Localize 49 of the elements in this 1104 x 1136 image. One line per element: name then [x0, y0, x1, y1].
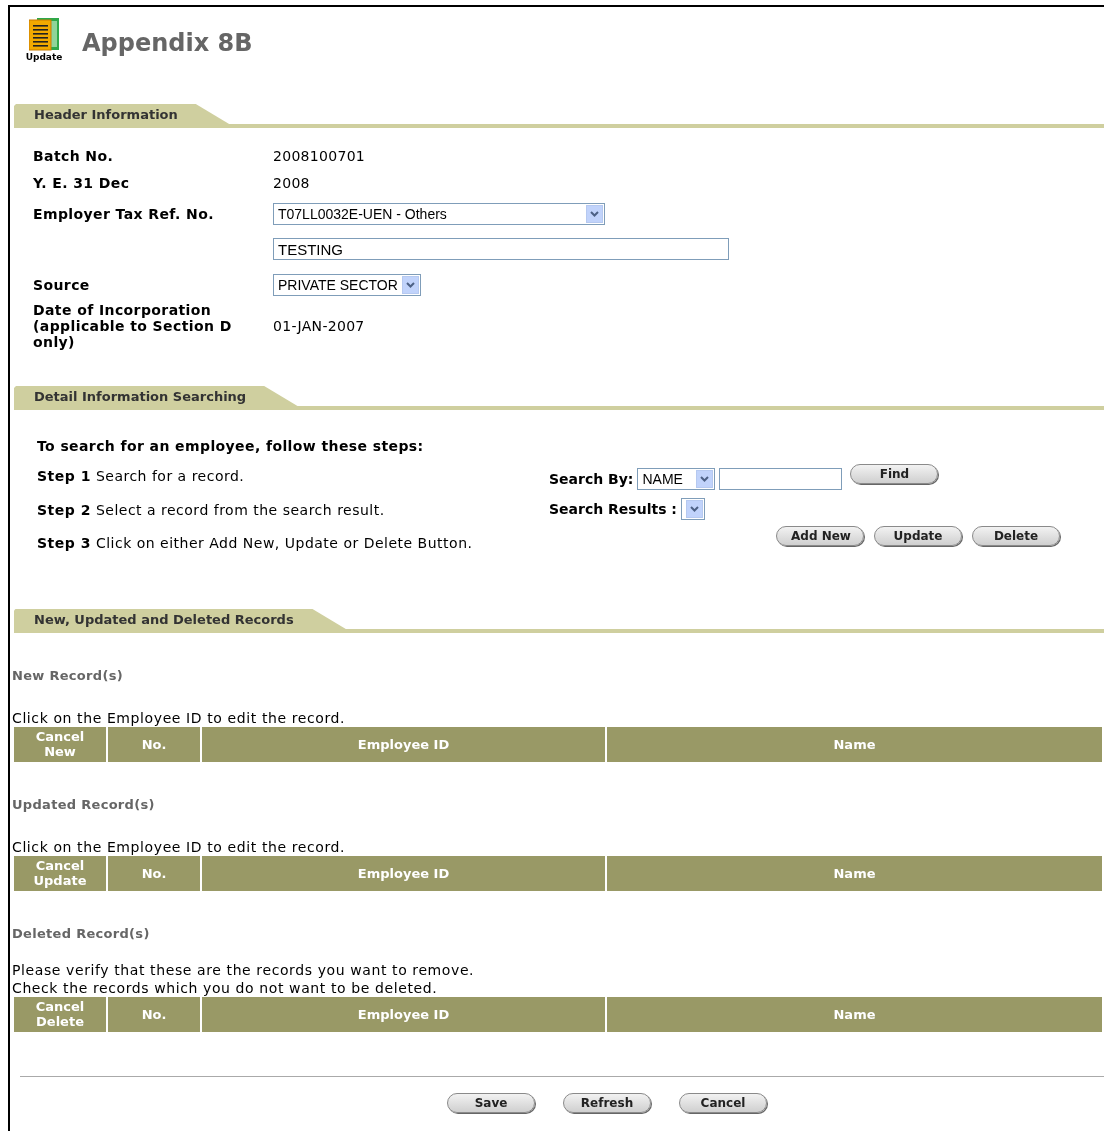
- field-label: Source: [33, 276, 91, 293]
- column-header: Employee ID: [202, 726, 605, 762]
- note-text: Check the records which you do not want to be deleted.: [11, 978, 439, 997]
- action-button[interactable]: Delete: [972, 526, 1060, 546]
- note-text: Click on the Employee ID to edit the record.: [11, 837, 347, 856]
- field-label: Y. E. 31 Dec: [33, 174, 131, 191]
- column-header: Employee ID: [202, 996, 605, 1032]
- field-value: 2008100701: [273, 147, 366, 164]
- search-results-label: Search Results :: [549, 501, 677, 517]
- icon-caption: Update: [25, 52, 63, 63]
- field-value: 2008: [273, 174, 310, 191]
- field-value: 01-JAN-2007: [273, 318, 365, 334]
- footer-button[interactable]: Save: [447, 1092, 535, 1113]
- input-field[interactable]: TESTING: [273, 238, 729, 260]
- action-button[interactable]: Add New: [776, 526, 864, 546]
- column-header: Name: [607, 996, 1102, 1032]
- footer-button[interactable]: Refresh: [563, 1092, 651, 1113]
- column-header: Cancel New: [14, 726, 106, 762]
- group-title: New Record(s): [11, 666, 124, 685]
- step-text: Step 3 Click on either Add New, Update or Delete Button.: [37, 535, 473, 551]
- field-label: Date of Incorporation (applicable to Section D only): [33, 302, 233, 350]
- note-text: Please verify that these are the records you want to remove.: [11, 960, 476, 979]
- find-button[interactable]: Find: [850, 464, 939, 484]
- instructions: To search for an employee, follow these steps:: [37, 438, 425, 456]
- action-button[interactable]: Update: [874, 526, 962, 546]
- column-header: Cancel Update: [14, 855, 106, 891]
- group-title: Deleted Record(s): [11, 924, 151, 943]
- column-header: Name: [607, 726, 1102, 762]
- notebook-icon: [29, 18, 59, 52]
- dropdown[interactable]: NAME: [637, 468, 716, 490]
- field-label: Employer Tax Ref. No.: [33, 205, 215, 222]
- search-field[interactable]: [719, 468, 843, 490]
- group-title: Updated Record(s): [11, 795, 156, 814]
- dropdown[interactable]: [680, 498, 705, 520]
- footer-button[interactable]: Cancel: [679, 1092, 767, 1113]
- column-header: No.: [108, 726, 200, 762]
- column-header: Cancel Delete: [14, 996, 106, 1032]
- note-text: Click on the Employee ID to edit the record.: [11, 708, 347, 727]
- step-text: Step 1 Search for a record.: [37, 468, 245, 484]
- column-header: Employee ID: [202, 855, 605, 891]
- search-by-label: Search By:: [549, 471, 634, 487]
- page-title: Appendix 8B: [82, 29, 253, 57]
- dropdown[interactable]: PRIVATE SECTOR: [273, 273, 421, 296]
- column-header: No.: [108, 996, 200, 1032]
- column-header: No.: [108, 855, 200, 891]
- field-label: Batch No.: [33, 147, 115, 164]
- step-text: Step 2 Select a record from the search result.: [37, 501, 385, 518]
- column-header: Name: [607, 855, 1102, 891]
- dropdown[interactable]: T07LL0032E-UEN - Others: [273, 202, 605, 225]
